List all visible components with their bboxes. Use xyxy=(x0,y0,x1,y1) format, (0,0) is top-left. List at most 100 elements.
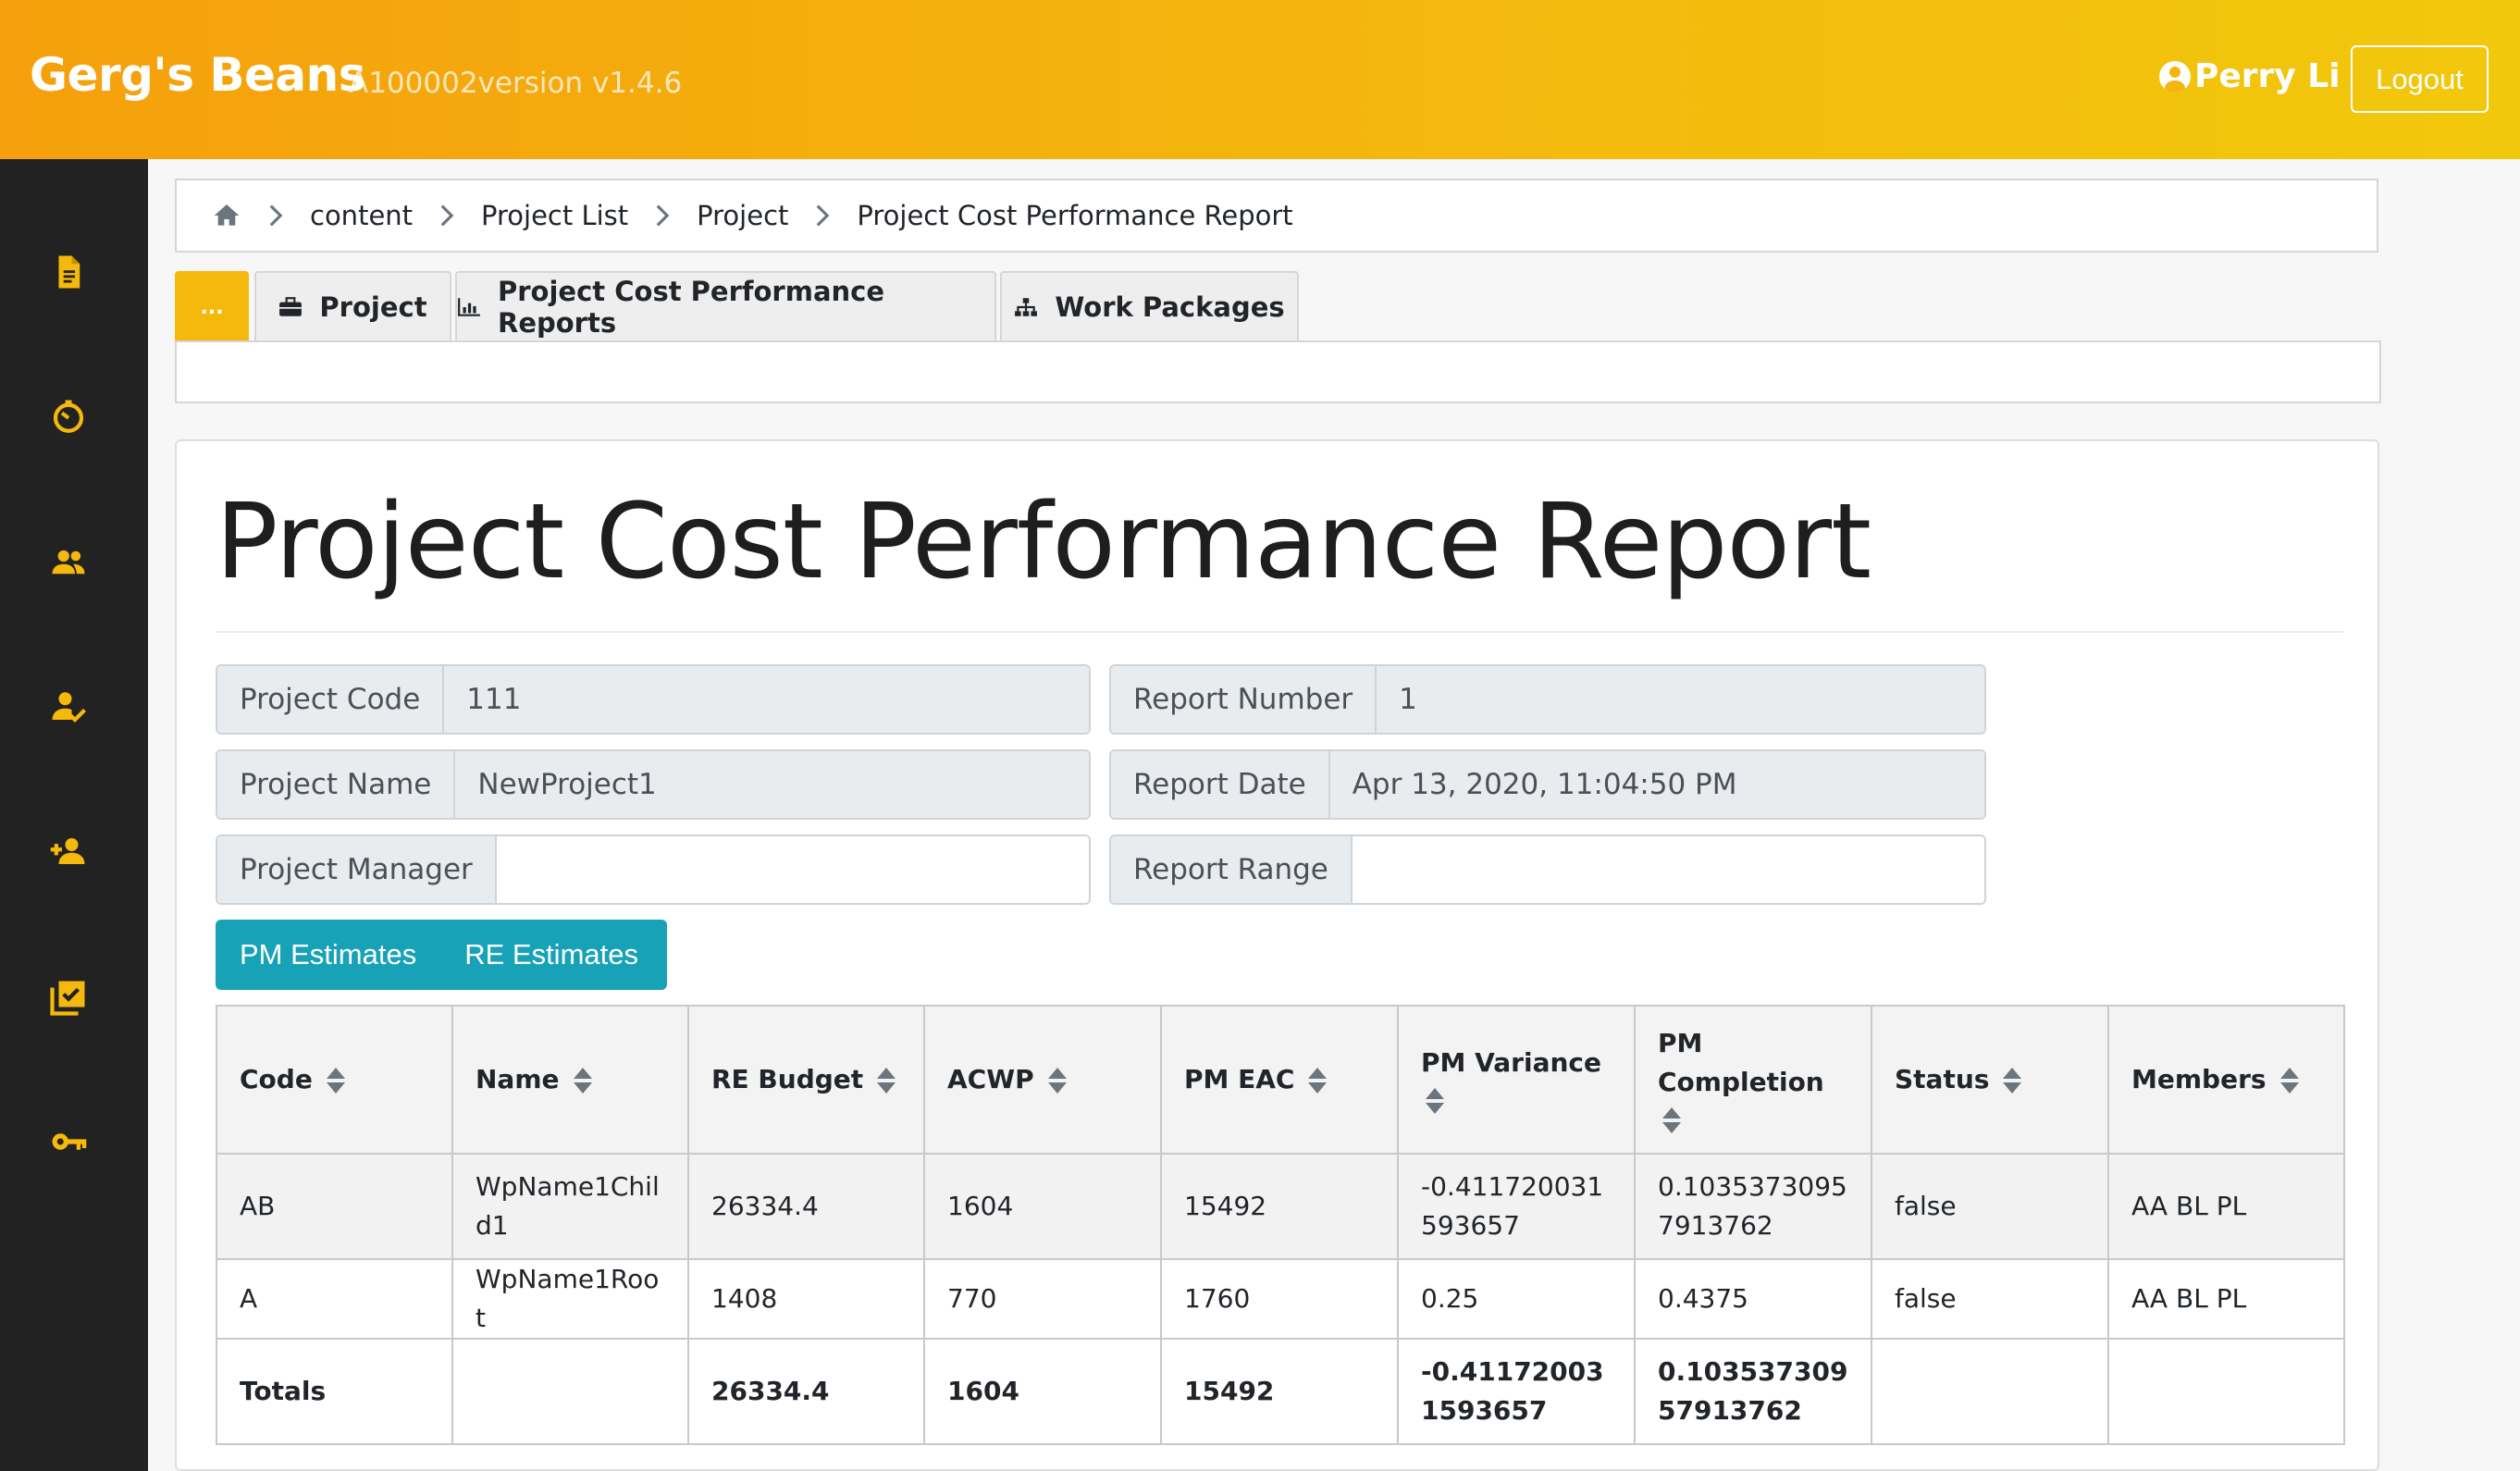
cell-code: AB xyxy=(216,1153,453,1260)
project-code-label: Project Code xyxy=(217,666,445,733)
chevron-right-icon xyxy=(267,204,284,228)
logout-button[interactable]: Logout xyxy=(2351,45,2489,113)
cell-pm-variance: -0.411720031593657 xyxy=(1397,1153,1636,1260)
cell-pm-eac: 15492 xyxy=(1160,1153,1399,1260)
cell-members: AA BL PL xyxy=(2107,1153,2345,1260)
work-package-table: Code Name RE Budget ACWP PM EAC PM Varia… xyxy=(216,1005,2345,1445)
breadcrumb: content Project List Project Project Cos… xyxy=(175,179,2378,253)
totals-members xyxy=(2107,1338,2345,1445)
project-code-value: 111 xyxy=(444,666,1089,733)
totals-pm-variance: -0.411720031593657 xyxy=(1397,1338,1636,1445)
estimates-button-group: PM Estimates RE Estimates xyxy=(216,920,667,990)
cell-code: A xyxy=(216,1258,453,1340)
column-header-code[interactable]: Code xyxy=(216,1005,453,1155)
tab-project[interactable]: Project xyxy=(254,271,451,341)
sort-icon[interactable] xyxy=(2279,1066,2300,1095)
user-plus-icon[interactable] xyxy=(48,831,89,871)
table-row[interactable]: AB WpName1Child1 26334.4 1604 15492 -0.4… xyxy=(216,1153,2345,1260)
sitemap-icon xyxy=(1014,297,1038,317)
cell-name: WpName1Child1 xyxy=(451,1153,689,1260)
sort-icon[interactable] xyxy=(573,1066,593,1095)
breadcrumb-item-project-list[interactable]: Project List xyxy=(481,200,628,231)
cell-pm-completion: 0.4375 xyxy=(1634,1258,1872,1340)
report-date-value: Apr 13, 2020, 11:04:50 PM xyxy=(1329,751,1984,818)
sidebar xyxy=(0,159,148,1471)
breadcrumb-item-content[interactable]: content xyxy=(310,200,413,231)
report-date-field: Report Date Apr 13, 2020, 11:04:50 PM xyxy=(1109,749,1986,820)
cell-acwp: 770 xyxy=(923,1258,1162,1340)
sort-icon[interactable] xyxy=(326,1066,346,1095)
column-header-re-budget[interactable]: RE Budget xyxy=(687,1005,925,1155)
totals-label: Totals xyxy=(216,1338,453,1445)
sort-icon[interactable] xyxy=(1047,1066,1068,1095)
document-icon[interactable] xyxy=(48,252,89,292)
cell-members: AA BL PL xyxy=(2107,1258,2345,1340)
app-version: A100002version v1.4.6 xyxy=(349,67,683,100)
chevron-right-icon xyxy=(654,204,671,228)
tab-cost-performance-reports[interactable]: Project Cost Performance Reports xyxy=(455,271,996,341)
briefcase-icon xyxy=(278,297,303,317)
project-code-field: Project Code 111 xyxy=(216,664,1091,735)
pm-estimates-button[interactable]: PM Estimates xyxy=(216,920,440,990)
users-icon[interactable] xyxy=(48,542,89,583)
tab-more[interactable]: ... xyxy=(175,271,249,341)
totals-status xyxy=(1871,1338,2109,1445)
user-circle-icon xyxy=(2159,60,2191,93)
totals-row: Totals 26334.4 1604 15492 -0.41172003159… xyxy=(216,1338,2345,1445)
cell-pm-completion: 0.10353730957913762 xyxy=(1634,1153,1872,1260)
checklist-icon[interactable] xyxy=(48,977,89,1018)
re-estimates-button[interactable]: RE Estimates xyxy=(440,920,662,990)
brand-logo[interactable]: Gerg's Beans xyxy=(30,48,366,102)
bar-chart-icon xyxy=(457,297,481,317)
report-range-field: Report Range xyxy=(1109,834,1986,905)
sort-icon[interactable] xyxy=(2002,1066,2022,1095)
column-header-pm-variance[interactable]: PM Variance xyxy=(1397,1005,1636,1155)
table-header-row: Code Name RE Budget ACWP PM EAC PM Varia… xyxy=(216,1005,2345,1155)
column-header-acwp[interactable]: ACWP xyxy=(923,1005,1162,1155)
report-range-label: Report Range xyxy=(1111,836,1353,903)
tab-project-label: Project xyxy=(319,291,427,323)
tab-cost-performance-reports-label: Project Cost Performance Reports xyxy=(498,276,885,339)
report-date-label: Report Date xyxy=(1111,751,1330,818)
report-card: Project Cost Performance Report Project … xyxy=(175,439,2379,1471)
timer-icon[interactable] xyxy=(48,396,89,437)
project-name-value: NewProject1 xyxy=(455,751,1089,818)
report-number-field: Report Number 1 xyxy=(1109,664,1986,735)
column-header-status[interactable]: Status xyxy=(1871,1005,2109,1155)
totals-re-budget: 26334.4 xyxy=(687,1338,925,1445)
project-manager-value xyxy=(496,836,1089,903)
user-name: Perry Li xyxy=(2194,57,2341,95)
table-row[interactable]: A WpName1Root 1408 770 1760 0.25 0.4375 … xyxy=(216,1258,2345,1340)
report-number-label: Report Number xyxy=(1111,666,1377,733)
totals-acwp: 1604 xyxy=(923,1338,1162,1445)
chevron-right-icon xyxy=(439,204,455,228)
cell-status: false xyxy=(1871,1258,2109,1340)
chevron-right-icon xyxy=(814,204,831,228)
breadcrumb-item-project[interactable]: Project xyxy=(697,200,788,231)
project-manager-field: Project Manager xyxy=(216,834,1091,905)
sort-icon[interactable] xyxy=(1425,1086,1445,1116)
sort-icon[interactable] xyxy=(876,1066,896,1095)
title-divider xyxy=(216,631,2343,633)
column-header-name[interactable]: Name xyxy=(451,1005,689,1155)
column-header-pm-eac[interactable]: PM EAC xyxy=(1160,1005,1399,1155)
project-manager-label: Project Manager xyxy=(217,836,497,903)
report-range-value xyxy=(1352,836,1984,903)
key-icon[interactable] xyxy=(48,1121,89,1162)
report-number-value: 1 xyxy=(1377,666,1984,733)
cell-pm-eac: 1760 xyxy=(1160,1258,1399,1340)
tab-work-packages-label: Work Packages xyxy=(1055,291,1285,323)
cell-name: WpName1Root xyxy=(451,1258,689,1340)
page-title: Project Cost Performance Report xyxy=(216,482,1871,602)
sort-icon[interactable] xyxy=(1661,1106,1682,1135)
home-icon[interactable] xyxy=(212,201,241,230)
cell-re-budget: 1408 xyxy=(687,1258,925,1340)
user-check-icon[interactable] xyxy=(48,686,89,727)
column-header-pm-completion[interactable]: PM Completion xyxy=(1634,1005,1872,1155)
user-menu[interactable]: Perry Li xyxy=(2159,57,2341,95)
tab-work-packages[interactable]: Work Packages xyxy=(1000,271,1299,341)
project-name-field: Project Name NewProject1 xyxy=(216,749,1091,820)
sort-icon[interactable] xyxy=(1307,1066,1328,1095)
cell-status: false xyxy=(1871,1153,2109,1260)
column-header-members[interactable]: Members xyxy=(2107,1005,2345,1155)
